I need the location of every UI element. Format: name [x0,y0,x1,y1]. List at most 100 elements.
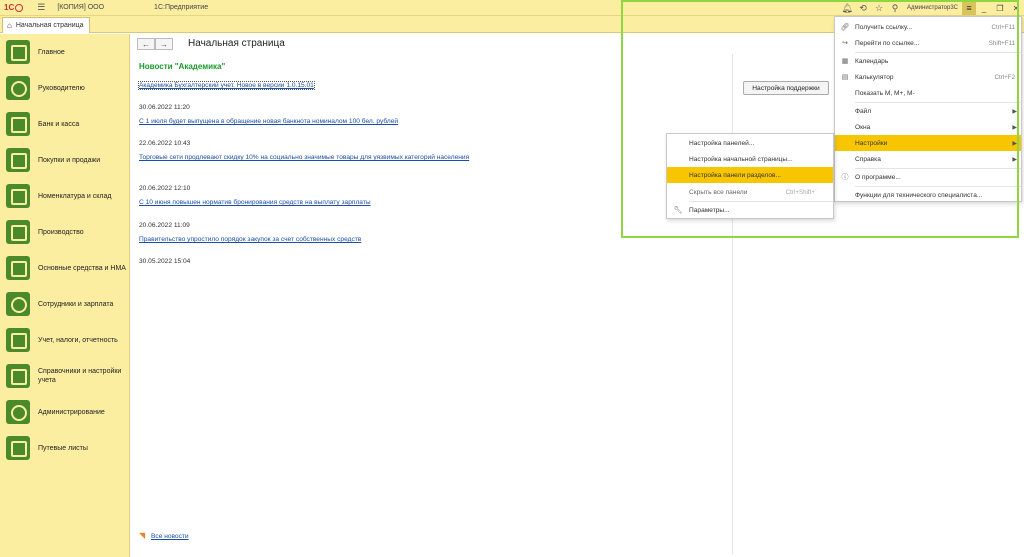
menu-item-label: Перейти по ссылке... [855,39,920,47]
sidebar-item-fixed-assets[interactable]: Основные средства и НМА [0,250,130,286]
infobase-title: [КОПИЯ] ООО [57,4,105,11]
submenu-item-sections-panel[interactable]: Настройка панели разделов... [667,167,833,183]
menu-item-windows[interactable]: Окна ▶ [835,119,1021,135]
divider [732,54,733,554]
chevron-right-icon: ▶ [1012,156,1017,163]
chevron-right-icon: ▶ [1012,108,1017,115]
wrench-icon: 🔧︎ [673,207,683,214]
search-icon[interactable]: ⚲ [887,0,903,16]
news-date: 22.06.2022 10:43 [139,140,191,147]
goto-link-icon: ↪ [842,40,848,47]
close-icon[interactable]: ✕ [1008,0,1024,16]
menu-item-calendar[interactable]: ▦ Календарь [835,53,1021,69]
sidebar-item-label: Банк и касса [38,120,80,128]
sidebar-item-manager[interactable]: Руководителю [0,70,130,106]
sidebar-item-bank[interactable]: Банк и касса [0,106,130,142]
menu-item-label: О программе... [855,173,901,181]
history-icon[interactable]: ⟲ [855,0,871,16]
sidebar-item-warehouse[interactable]: Номенклатура и склад [0,178,130,214]
news-heading: Новости "Академика" [139,62,226,71]
sidebar-item-reports[interactable]: Учет, налоги, отчетность [0,322,130,358]
news-link[interactable]: Правительство упростило порядок закупок … [139,236,361,243]
sidebar-item-label: Путевые листы [38,444,88,452]
menu-item-tech-functions[interactable]: Функции для технического специалиста... [835,187,1021,203]
sidebar-item-label: Покупки и продажи [38,156,101,164]
tab-home[interactable]: ⌂ Начальная страница [2,17,90,33]
home-icon: ⌂ [7,21,12,30]
sidebar-item-label: Администрирование [38,408,105,416]
sidebar-item-production[interactable]: Производство [0,214,130,250]
back-button[interactable]: ← [137,38,155,50]
logo-text: 1С [4,3,15,12]
menu-item-show-memory[interactable]: Показать М, М+, М- [835,85,1021,101]
submenu-item-label: Настройка начальной страницы... [689,155,793,163]
submenu-item-parameters[interactable]: 🔧︎ Параметры... [667,202,833,218]
restore-icon[interactable]: ❐ [992,0,1008,16]
sidebar-item-employees[interactable]: Сотрудники и зарплата [0,286,130,322]
menu-item-file[interactable]: Файл ▶ [835,103,1021,119]
cart-icon [6,148,30,172]
logo-1c[interactable]: 1С [4,3,24,12]
submenu-item-home-page[interactable]: Настройка начальной страницы... [667,151,833,167]
menu-item-label: Календарь [855,57,889,65]
production-icon [6,220,30,244]
submenu-item-label: Параметры... [689,206,730,214]
menu-item-label: Справка [855,155,881,163]
employees-icon [6,292,30,316]
gears-icon [6,400,30,424]
menu-item-label: Получить ссылку... [855,23,913,31]
sidebar-item-purchases-sales[interactable]: Покупки и продажи [0,142,130,178]
sidebar-item-administration[interactable]: Администрирование [0,394,130,430]
sidebar-item-label: Справочники и настройки учета [38,368,122,384]
sidebar-item-label: Номенклатура и склад [38,192,112,200]
news-link[interactable]: Академика Бухгалтерский учет. Новое в ве… [138,81,315,90]
chevron-right-icon: ▶ [1012,140,1017,147]
menu-item-label: Настройки [855,139,888,147]
menu-item-settings[interactable]: Настройки ▶ [835,135,1021,151]
menu-item-get-link[interactable]: 🔗︎ Получить ссылку... Ctrl+F11 [835,19,1021,35]
sidebar-item-waybills[interactable]: Путевые листы [0,430,130,466]
submenu-item-hide-panels[interactable]: Скрыть все панели Ctrl+Shift+` [667,184,833,200]
sidebar-item-label: Главное [38,48,65,56]
reports-icon [6,328,30,352]
user-name[interactable]: Администратор3С [907,5,958,11]
truck-icon [6,436,30,460]
support-settings-button[interactable]: Настройка поддержки [743,81,829,95]
sections-panel: Главное Руководителю Банк и касса Покупк… [0,34,130,557]
menu-item-calculator[interactable]: ▤ Калькулятор Ctrl+F2 [835,69,1021,85]
sidebar-item-label: Производство [38,228,84,236]
menu-shortcut: Ctrl+F2 [994,73,1015,81]
forward-button[interactable]: → [155,38,173,50]
menu-item-help[interactable]: Справка ▶ [835,151,1021,167]
tab-label: Начальная страница [15,22,84,29]
submenu-item-label: Настройка панели разделов... [689,171,782,179]
news-link[interactable]: С 10 июня повышен норматив бронирования … [139,199,371,206]
bell-icon[interactable]: 🔔︎ [839,0,855,16]
news-date: 30.05.2022 15:04 [139,258,191,265]
news-date: 20.06.2022 11:09 [139,222,190,229]
catalogs-icon [6,364,30,388]
submenu-item-label: Скрыть все панели [689,188,748,196]
star-icon[interactable]: ☆ [871,0,887,16]
main-menu-icon[interactable]: ≡ [962,1,976,15]
menu-item-label: Окна [855,123,871,131]
news-link[interactable]: С 1 июля будет выпущена в обращение нова… [139,118,398,125]
menu-item-about[interactable]: ⓘ О программе... [835,169,1021,185]
sidebar-item-label: Основные средства и НМА [38,264,126,272]
app-name: 1С:Предприятие [154,4,209,11]
minimize-icon[interactable]: _ [976,0,992,16]
sidebar-item-main[interactable]: Главное [0,34,130,70]
calendar-icon: ▦ [841,58,849,65]
menu-item-label: Показать М, М+, М- [855,89,915,97]
sidebar-item-catalogs[interactable]: Справочники и настройки учета [0,358,130,394]
news-date: 20.06.2022 12:10 [139,185,191,192]
hamburger-icon[interactable]: ☰ [37,2,45,13]
menu-item-go-link[interactable]: ↪ Перейти по ссылке... Shift+F11 [835,35,1021,51]
submenu-item-panels[interactable]: Настройка панелей... [667,135,833,151]
submenu-item-label: Настройка панелей... [689,139,755,147]
menu-item-label: Функции для технического специалиста... [855,191,983,199]
rss-icon: ◥ [139,531,146,540]
all-news-link[interactable]: Все новости [151,533,189,540]
news-link[interactable]: Торговые сети продлевают скидку 10% на с… [139,154,469,161]
main-menu: 🔗︎ Получить ссылку... Ctrl+F11 ↪ Перейти по… [834,16,1022,202]
